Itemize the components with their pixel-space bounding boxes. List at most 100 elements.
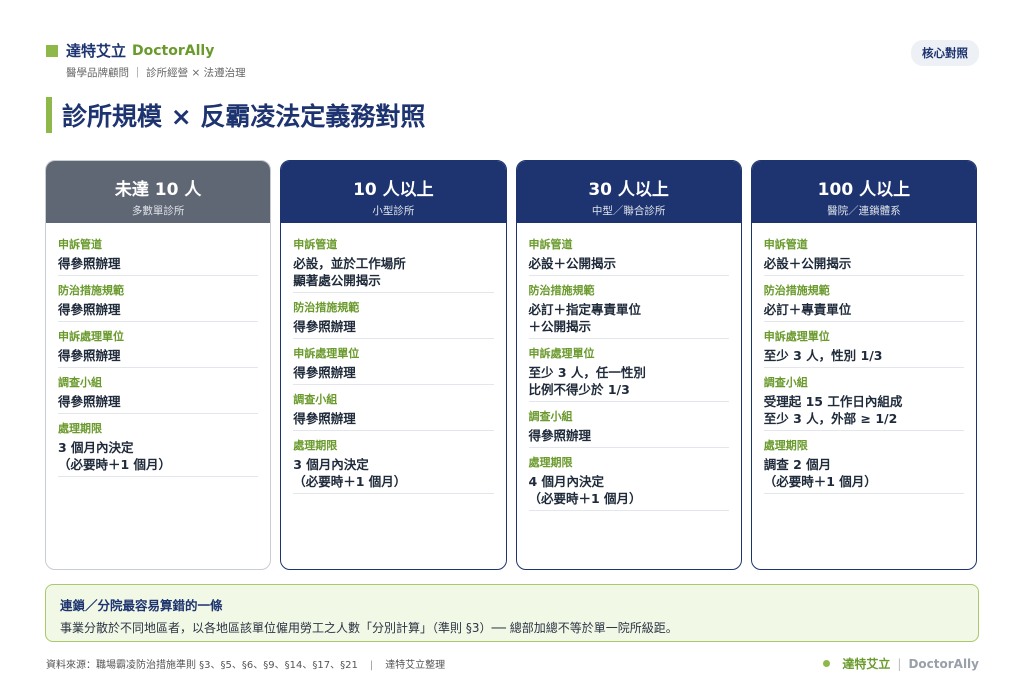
footer-brand: 達特艾立 | DoctorAlly [823,655,979,672]
brand-row: 達特艾立 DoctorAlly [46,40,246,61]
item-value: 得參照辦理 [528,428,592,443]
item-label: 申訴處理單位 [293,347,360,360]
card-title: 10 人以上 [353,180,434,200]
item-label: 處理期限 [293,439,338,452]
footer-brand-cn: 達特艾立 [842,657,891,671]
brand-name-cn: 達特艾立 [66,42,127,60]
card-header: 10 人以上 小型診所 [281,161,506,223]
card-body: 申訴管道 必設＋公開揭示 防治措施規範 必訂＋指定專責單位 ＋公開揭示 申訴處理… [517,223,741,511]
footer-dot-icon [823,660,831,667]
note-text: 事業分散於不同地區者，以各地區該單位僱用勞工之人數「分別計算」（準則 §3）──… [60,621,678,635]
card-body: 申訴管道 必設＋公開揭示 防治措施規範 必訂＋專責單位 申訴處理單位 至少 3 … [752,223,976,494]
item-deadline: 處理期限 3 個月內決定 （必要時＋1 個月） [293,437,494,494]
brand-subtitle: 醫學品牌顧問 ｜ 診所經營 × 法遵治理 [66,67,246,79]
item-handling-unit: 申訴處理單位 至少 3 人，任一性別 比例不得少於 1/3 [528,345,729,402]
item-value: 必設＋公開揭示 [763,256,852,271]
card-subtitle: 小型診所 [372,205,415,217]
item-complaint-channel: 申訴管道 必設＋公開揭示 [528,236,729,276]
source-text: 資料來源：職場霸凌防治措施準則 §3、§5、§6、§9、§14、§17、§21 [46,660,358,671]
item-label: 調查小組 [528,410,573,423]
item-label: 申訴處理單位 [763,330,830,343]
item-label: 防治措施規範 [293,301,360,314]
card-title: 未達 10 人 [114,180,202,200]
item-label: 申訴管道 [58,238,102,251]
brand-name-en: DoctorAlly [132,42,215,59]
core-comparison-tag: 核心對照 [911,40,979,66]
card-subtitle: 多數單診所 [131,205,185,217]
card-title: 30 人以上 [588,180,669,200]
item-value: 得參照辦理 [293,365,356,380]
item-deadline: 處理期限 4 個月內決定 （必要時＋1 個月） [528,454,729,511]
item-prevention-rules: 防治措施規範 必訂＋專責單位 [763,282,964,322]
item-value: 必設＋公開揭示 [528,256,617,271]
chain-branch-note: 連鎖／分院最容易算錯的一條 事業分散於不同地區者，以各地區該單位僱用勞工之人數「… [45,584,979,642]
card-body: 申訴管道 得參照辦理 防治措施規範 得參照辦理 申訴處理單位 得參照辦理 調查小… [46,223,270,477]
item-handling-unit: 申訴處理單位 得參照辦理 [293,345,494,385]
item-label: 處理期限 [763,439,808,452]
card-30-plus: 30 人以上 中型／聯合診所 申訴管道 必設＋公開揭示 防治措施規範 必訂＋指定… [515,160,742,570]
item-label: 防治措施規範 [763,284,830,297]
item-prevention-rules: 防治措施規範 得參照辦理 [58,282,259,322]
item-value: 得參照辦理 [58,256,121,271]
footer-source: 資料來源：職場霸凌防治措施準則 §3、§5、§6、§9、§14、§17、§21 |… [46,656,445,671]
card-subtitle: 中型／聯合診所 [591,205,666,217]
item-label: 處理期限 [528,456,573,469]
item-label: 防治措施規範 [58,284,124,297]
item-label: 申訴處理單位 [528,347,595,360]
item-value: 3 個月內決定 （必要時＋1 個月） [293,457,407,489]
item-value: 得參照辦理 [58,348,121,363]
page-title: 診所規模 × 反霸凌法定義務對照 [46,97,425,133]
item-label: 調查小組 [293,393,338,406]
item-value: 得參照辦理 [58,302,121,317]
footer-brand-en: DoctorAlly [908,656,979,671]
card-100-plus: 100 人以上 醫院／連鎖體系 申訴管道 必設＋公開揭示 防治措施規範 必訂＋專… [750,160,977,570]
card-title: 100 人以上 [817,180,911,200]
card-under-10: 未達 10 人 多數單診所 申訴管道 得參照辦理 防治措施規範 得參照辦理 申訴… [45,160,272,570]
item-investigation-team: 調查小組 得參照辦理 [293,391,494,431]
card-header: 100 人以上 醫院／連鎖體系 [751,161,976,223]
item-value: 得參照辦理 [293,319,356,334]
item-value: 至少 3 人，性別 1/3 [763,348,883,363]
item-handling-unit: 申訴處理單位 得參照辦理 [58,328,259,368]
item-value: 必設，並於工作場所 顯著處公開揭示 [293,256,406,288]
item-value: 調查 2 個月 （必要時＋1 個月） [763,457,877,489]
item-label: 申訴管道 [293,238,338,251]
item-complaint-channel: 申訴管道 必設＋公開揭示 [763,236,964,276]
item-complaint-channel: 申訴管道 得參照辦理 [58,236,259,276]
footer-separator: | [369,660,374,671]
item-label: 申訴處理單位 [58,330,124,343]
item-complaint-channel: 申訴管道 必設，並於工作場所 顯著處公開揭示 [293,236,494,293]
item-label: 處理期限 [58,422,102,435]
note-title: 連鎖／分院最容易算錯的一條 [60,598,223,613]
scale-cards: 未達 10 人 多數單診所 申訴管道 得參照辦理 防治措施規範 得參照辦理 申訴… [45,160,977,570]
compiled-by: 達特艾立整理 [385,660,446,671]
footer-brand-divider: | [897,656,902,671]
item-value: 得參照辦理 [293,411,356,426]
item-prevention-rules: 防治措施規範 得參照辦理 [293,299,494,339]
item-value: 得參照辦理 [58,394,121,409]
card-subtitle: 醫院／連鎖體系 [827,205,901,217]
card-body: 申訴管道 必設，並於工作場所 顯著處公開揭示 防治措施規範 得參照辦理 申訴處理… [281,223,505,494]
item-label: 申訴管道 [528,238,573,251]
item-value: 3 個月內決定 （必要時＋1 個月） [58,440,172,472]
item-investigation-team: 調查小組 受理起 15 工作日內組成 至少 3 人，外部 ≥ 1/2 [763,374,964,431]
brand-block: 達特艾立 DoctorAlly 醫學品牌顧問 ｜ 診所經營 × 法遵治理 [46,40,246,80]
item-investigation-team: 調查小組 得參照辦理 [528,408,729,448]
item-label: 調查小組 [58,376,102,389]
item-value: 4 個月內決定 （必要時＋1 個月） [528,474,642,506]
item-label: 申訴管道 [763,238,808,251]
card-10-plus: 10 人以上 小型診所 申訴管道 必設，並於工作場所 顯著處公開揭示 防治措施規… [280,160,507,570]
item-handling-unit: 申訴處理單位 至少 3 人，性別 1/3 [763,328,964,368]
item-deadline: 處理期限 3 個月內決定 （必要時＋1 個月） [58,420,259,477]
item-label: 防治措施規範 [528,284,595,297]
item-investigation-team: 調查小組 得參照辦理 [58,374,259,414]
card-header: 未達 10 人 多數單診所 [46,161,271,223]
item-value: 必訂＋指定專責單位 ＋公開揭示 [528,302,642,334]
item-value: 必訂＋專責單位 [763,302,852,317]
item-label: 調查小組 [763,376,808,389]
item-prevention-rules: 防治措施規範 必訂＋指定專責單位 ＋公開揭示 [528,282,729,339]
brand-square-icon [46,44,58,57]
item-value: 受理起 15 工作日內組成 至少 3 人，外部 ≥ 1/2 [763,394,903,426]
card-header: 30 人以上 中型／聯合診所 [516,161,741,223]
item-value: 至少 3 人，任一性別 比例不得少於 1/3 [528,365,646,397]
